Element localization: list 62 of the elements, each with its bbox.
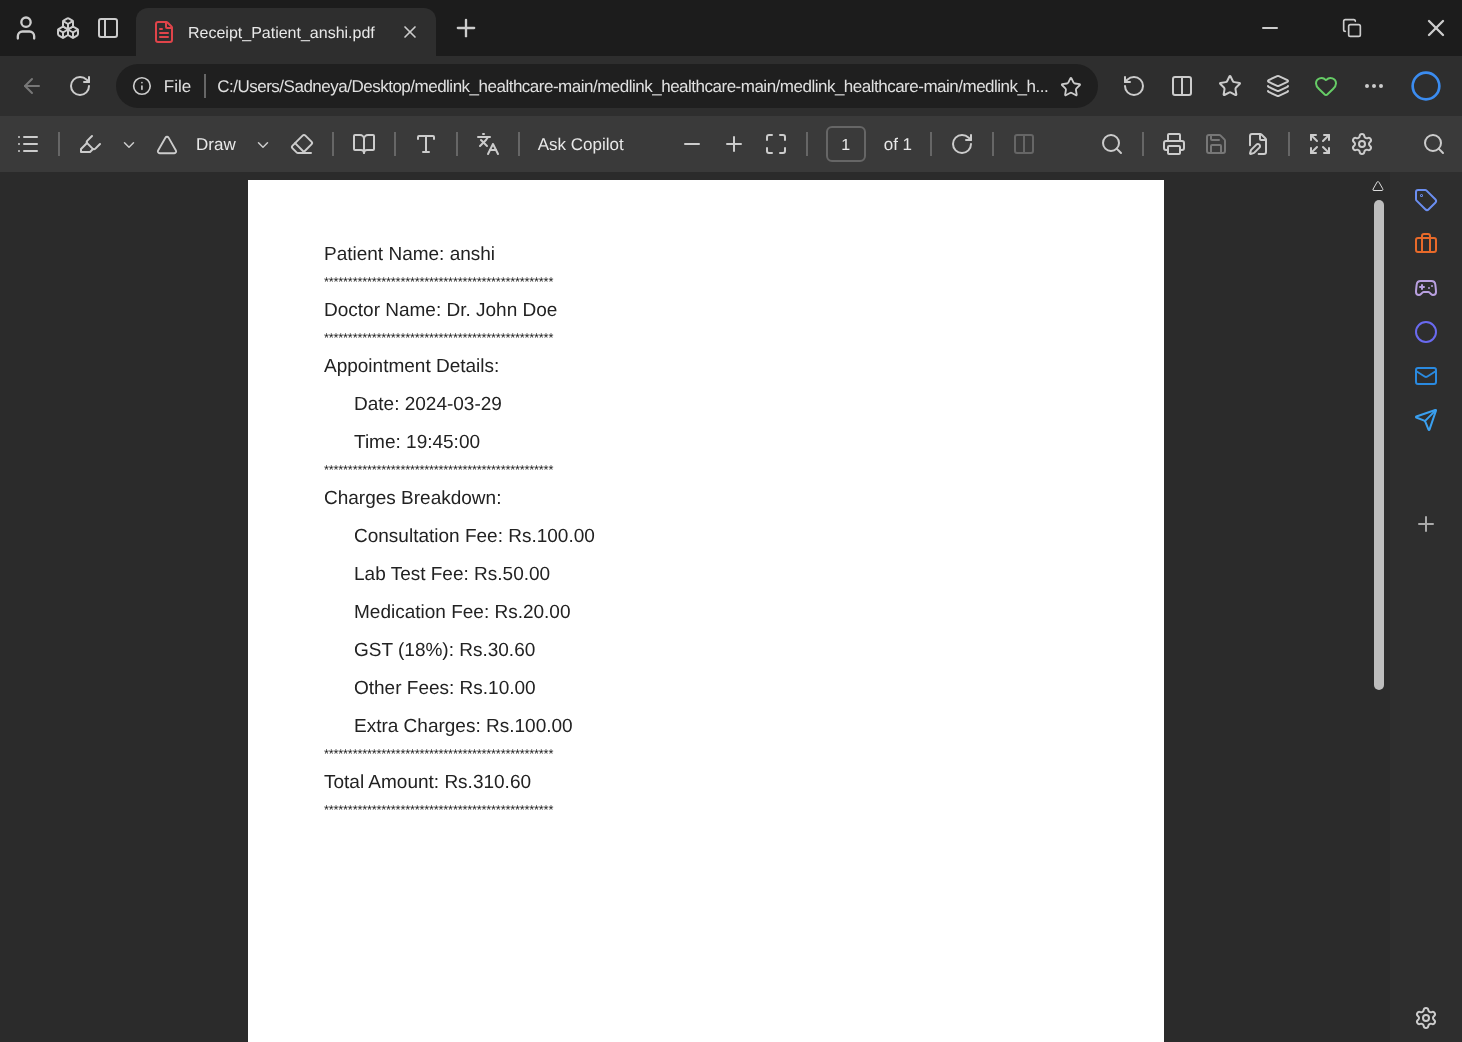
- receipt-detail: Lab Test Fee: Rs.50.00: [352, 562, 553, 590]
- receipt-heading: Charges Breakdown:: [324, 486, 504, 514]
- page-number-field[interactable]: 1: [825, 126, 866, 162]
- scroll-up-icon[interactable]: [1372, 180, 1384, 192]
- receipt-detail: Consultation Fee: Rs.100.00: [352, 524, 597, 552]
- scrollbar-thumb[interactable]: [1373, 200, 1383, 690]
- browser-tab[interactable]: Receipt_Patient_anshi.pdf: [136, 8, 436, 56]
- receipt-detail: GST (18%): Rs.30.60: [352, 638, 538, 666]
- add-icon[interactable]: [1414, 512, 1438, 536]
- receipt-heading: Patient Name: anshi: [324, 242, 498, 270]
- game-icon[interactable]: [1414, 276, 1438, 300]
- receipt-detail: Date: 2024-03-29: [352, 392, 504, 420]
- save-icon[interactable]: [1204, 132, 1228, 156]
- translate-icon[interactable]: [475, 132, 500, 156]
- url-text: C:/Users/Sadneya/Desktop/medlink_healthcare-main/medlink_healthcare-main/medlink_healthcare-main/medlink_h...: [217, 76, 1049, 96]
- search-icon[interactable]: [1422, 132, 1446, 156]
- mail-icon[interactable]: [1414, 364, 1438, 388]
- restore-icon[interactable]: [1342, 18, 1362, 38]
- draw-button[interactable]: Draw: [196, 134, 236, 154]
- receipt-heading: Doctor Name: Dr. John Doe: [324, 298, 560, 326]
- file-label: File: [163, 76, 192, 96]
- eraser-icon[interactable]: [289, 132, 314, 156]
- close-tab-icon[interactable]: [400, 22, 420, 42]
- tab-actions-icon[interactable]: [96, 16, 120, 40]
- settings-icon[interactable]: [1414, 1006, 1438, 1030]
- receipt-detail: Extra Charges: Rs.100.00: [352, 714, 575, 742]
- receipt-heading: Appointment Details:: [324, 354, 502, 382]
- settings-icon[interactable]: [1350, 132, 1374, 156]
- favorite-icon[interactable]: [1060, 75, 1082, 97]
- save-as-icon[interactable]: [1246, 132, 1270, 156]
- receipt-detail: Other Fees: Rs.10.00: [352, 676, 538, 704]
- info-icon: [132, 76, 152, 96]
- tab-title: Receipt_Patient_anshi.pdf: [188, 23, 377, 41]
- receipt-detail: Medication Fee: Rs.20.00: [352, 600, 573, 628]
- rotate-icon[interactable]: [950, 132, 975, 156]
- refresh-icon[interactable]: [68, 74, 92, 98]
- zoom-in-icon[interactable]: [721, 132, 746, 156]
- new-tab-icon[interactable]: [452, 14, 480, 42]
- text-icon[interactable]: [413, 132, 438, 156]
- split-screen-icon[interactable]: [1170, 74, 1194, 98]
- collections-icon[interactable]: [1266, 74, 1290, 98]
- pdf-icon[interactable]: [152, 20, 176, 44]
- ask-copilot-button[interactable]: Ask Copilot: [537, 134, 624, 154]
- fit-page-icon[interactable]: [763, 132, 788, 156]
- print-icon[interactable]: [1162, 132, 1186, 156]
- tag-icon[interactable]: [1414, 188, 1438, 212]
- close-icon[interactable]: [1422, 14, 1450, 42]
- send-icon[interactable]: [1414, 408, 1438, 432]
- address-bar[interactable]: File C:/Users/Sadneya/Desktop/medlink_healthcare-main/medlink_healthcare-main/medlink_healthcare-main/medlink_h...: [116, 64, 1098, 108]
- fullscreen-icon[interactable]: [1308, 132, 1332, 156]
- circle-icon[interactable]: [1414, 320, 1438, 344]
- profile-icon[interactable]: [12, 14, 40, 42]
- receipt-heading: Total Amount: Rs.310.60: [324, 770, 534, 798]
- receipt-detail: Time: 19:45:00: [352, 430, 483, 458]
- workspaces-icon[interactable]: [56, 16, 80, 40]
- briefcase-icon[interactable]: [1414, 232, 1438, 256]
- back-icon[interactable]: [20, 74, 44, 98]
- draw-icon[interactable]: [156, 133, 178, 155]
- highlight-icon[interactable]: [78, 132, 102, 156]
- favorites-icon[interactable]: [1218, 74, 1242, 98]
- search-icon[interactable]: [1100, 132, 1124, 156]
- page-count: of 1: [883, 134, 913, 154]
